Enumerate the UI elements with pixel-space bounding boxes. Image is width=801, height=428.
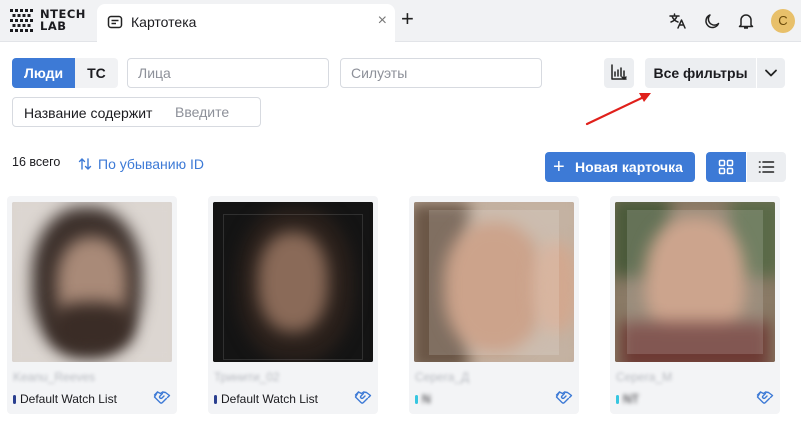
- faces-field-wrap: [127, 58, 329, 88]
- add-tab-button[interactable]: +: [401, 8, 414, 30]
- card-photo: [12, 202, 172, 362]
- ntechlab-logo[interactable]: NTECH LAB: [10, 7, 92, 35]
- watch-list-dot: [214, 395, 217, 404]
- grid-icon: [718, 159, 734, 175]
- watch-list-label: Default Watch List: [20, 392, 117, 406]
- moon-icon[interactable]: [703, 11, 723, 31]
- close-icon[interactable]: ×: [378, 13, 387, 29]
- card-name: Серега_Д: [415, 370, 470, 384]
- card-name: Серега_М: [616, 370, 673, 384]
- grid-view-button[interactable]: [706, 152, 746, 182]
- all-filters-control: Все фильтры: [645, 58, 785, 88]
- logo-grid-icon: [10, 9, 33, 32]
- tab-people[interactable]: Люди: [12, 58, 76, 88]
- watch-list-dot: [616, 395, 619, 404]
- tab-title: Картотека: [131, 14, 197, 30]
- watch-list-badge: NT: [616, 392, 639, 406]
- person-card[interactable]: Серега_М NT: [610, 196, 780, 414]
- object-type-switch: Люди ТС: [12, 58, 118, 88]
- person-card[interactable]: Тринити_02 Default Watch List: [208, 196, 378, 414]
- list-view-button[interactable]: [747, 152, 786, 182]
- total-count: 16 всего: [12, 155, 61, 169]
- new-card-button[interactable]: + Новая карточка: [545, 152, 695, 182]
- card-photo: [213, 202, 373, 362]
- handshake-icon[interactable]: [354, 388, 372, 406]
- all-filters-dropdown[interactable]: [757, 58, 785, 88]
- top-bar: NTECH LAB Картотека × + C: [0, 0, 801, 42]
- watch-list-badge: Default Watch List: [13, 392, 117, 406]
- card-photo: [615, 202, 775, 362]
- tab-vehicles[interactable]: ТС: [75, 58, 118, 88]
- card-file-icon: [107, 15, 123, 29]
- sort-button[interactable]: По убыванию ID: [78, 156, 204, 172]
- silhouettes-field-wrap: [340, 58, 542, 88]
- chevron-down-icon: [765, 69, 777, 77]
- handshake-icon[interactable]: [153, 388, 171, 406]
- watch-list-dot: [415, 395, 418, 404]
- translate-icon[interactable]: [668, 11, 688, 31]
- faces-input[interactable]: [128, 59, 328, 87]
- silhouettes-input[interactable]: [341, 59, 541, 87]
- bell-icon[interactable]: [736, 11, 756, 31]
- annotation-arrow-icon: [585, 93, 651, 126]
- handshake-icon[interactable]: [756, 388, 774, 406]
- watch-list-dot: [13, 395, 16, 404]
- person-card[interactable]: Keanu_Reeves Default Watch List: [7, 196, 177, 414]
- watch-list-badge: N: [415, 392, 431, 406]
- new-card-label: Новая карточка: [575, 159, 683, 175]
- card-photo: [414, 202, 574, 362]
- watch-list-label: N: [422, 392, 431, 406]
- export-button[interactable]: [604, 58, 634, 88]
- tab-kartoteka[interactable]: Картотека ×: [97, 4, 395, 42]
- watch-list-label: Default Watch List: [221, 392, 318, 406]
- person-card[interactable]: Серега_Д N: [409, 196, 579, 414]
- download-chart-icon: [611, 64, 627, 80]
- sort-arrows-icon: [78, 158, 92, 170]
- sort-label: По убыванию ID: [98, 156, 204, 172]
- plus-icon: +: [553, 156, 565, 178]
- user-avatar[interactable]: C: [771, 9, 795, 33]
- watch-list-label: NT: [623, 392, 639, 406]
- handshake-icon[interactable]: [555, 388, 573, 406]
- name-contains-label: Название содержит: [24, 105, 153, 121]
- name-contains-filter: Название содержит: [12, 97, 261, 127]
- card-name: Тринити_02: [214, 370, 280, 384]
- list-icon: [758, 161, 775, 173]
- all-filters-button[interactable]: Все фильтры: [645, 58, 756, 88]
- watch-list-badge: Default Watch List: [214, 392, 318, 406]
- name-contains-input[interactable]: [175, 98, 259, 126]
- card-name: Keanu_Reeves: [13, 370, 96, 384]
- logo-text: NTECH LAB: [40, 7, 86, 33]
